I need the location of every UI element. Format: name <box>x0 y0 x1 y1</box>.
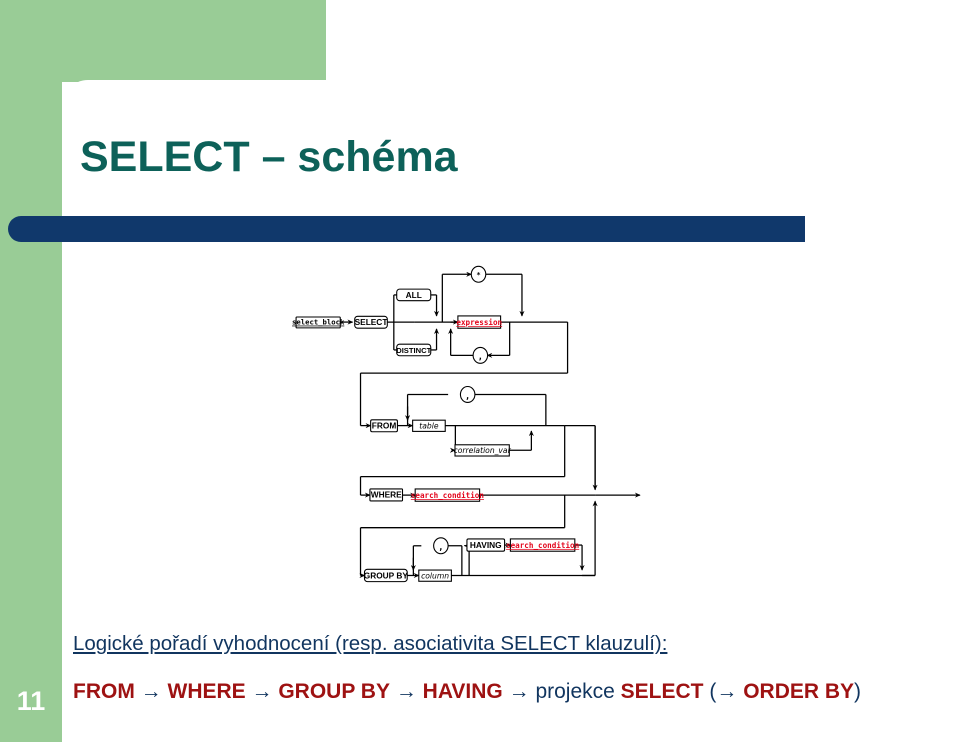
node-table: table <box>412 419 446 432</box>
note-part-1: → <box>134 680 168 703</box>
node-label: GROUP BY <box>364 570 409 580</box>
node-correlation-var: correlation_var <box>454 444 512 457</box>
note-part-3: → <box>245 680 279 703</box>
note-line-logical-order: Logické pořadí vyhodnocení (resp. asocia… <box>73 632 668 655</box>
node-label: , <box>438 543 443 553</box>
page-number: 11 <box>16 686 46 716</box>
node-select-block: select_block <box>292 316 345 329</box>
page-title: SELECT – schéma <box>80 133 458 181</box>
diagram-nodes: select_block SELECT ALL DISTINCT * expre… <box>292 265 579 583</box>
slide-canvas: SELECT – schéma 11 select_block SELECT A… <box>0 0 960 742</box>
note-part-9: SELECT <box>620 680 704 703</box>
node-label: table <box>419 422 439 431</box>
note-part-4: GROUP BY <box>278 680 390 703</box>
node-all-keyword: ALL <box>396 288 432 302</box>
note-part-10: (→ <box>703 680 744 703</box>
note-line-clause-sequence: FROM → WHERE → GROUP BY → HAVING → proje… <box>73 680 861 704</box>
green-sidebar-rail <box>0 0 62 742</box>
node-expression: expression <box>456 315 502 329</box>
node-label: FROM <box>372 421 397 431</box>
node-label: * <box>476 270 480 279</box>
node-label: search_condition <box>506 541 579 550</box>
node-from-keyword: FROM <box>370 419 398 433</box>
note-part-11: ORDER BY <box>743 680 855 703</box>
note-part-7: → <box>502 680 536 703</box>
node-comma-from-list: , <box>459 385 476 403</box>
note-part-8: projekce <box>535 680 621 703</box>
node-select-keyword: SELECT <box>354 315 388 329</box>
note-part-12: ) <box>854 680 862 703</box>
node-label: WHERE <box>371 490 402 500</box>
node-asterisk: * <box>470 265 487 283</box>
node-label: , <box>465 392 470 402</box>
node-having-keyword: HAVING <box>466 538 506 552</box>
note-part-6: HAVING <box>422 680 503 703</box>
railroad-diagram: select_block SELECT ALL DISTINCT * expre… <box>110 258 960 620</box>
node-label: SELECT <box>355 317 388 327</box>
navy-title-underline-bar-fill <box>60 216 805 242</box>
note-part-5: → <box>389 680 423 703</box>
node-column: column <box>418 569 452 582</box>
node-label: , <box>478 353 483 363</box>
note-part-2: WHERE <box>167 680 246 703</box>
node-search-condition-having: search_condition <box>506 538 579 552</box>
node-label: DISTINCT <box>396 346 431 355</box>
node-label: expression <box>456 318 502 327</box>
node-label: correlation_var <box>454 446 512 455</box>
node-label: HAVING <box>470 540 502 550</box>
node-search-condition-where: search_condition <box>411 488 484 502</box>
node-label: column <box>421 571 449 580</box>
node-where-keyword: WHERE <box>369 488 404 502</box>
node-label: search_condition <box>411 491 484 500</box>
railroad-diagram-svg: select_block SELECT ALL DISTINCT * expre… <box>292 265 641 583</box>
node-comma-select-list: , <box>472 346 489 364</box>
node-distinct-keyword: DISTINCT <box>396 343 432 357</box>
node-group-by-keyword: GROUP BY <box>364 568 409 583</box>
node-comma-group-list: , <box>433 537 449 555</box>
note-part-0: FROM <box>73 680 135 703</box>
node-label: select_block <box>292 318 345 327</box>
node-label: ALL <box>406 290 422 300</box>
white-rounded-corner <box>62 80 332 140</box>
